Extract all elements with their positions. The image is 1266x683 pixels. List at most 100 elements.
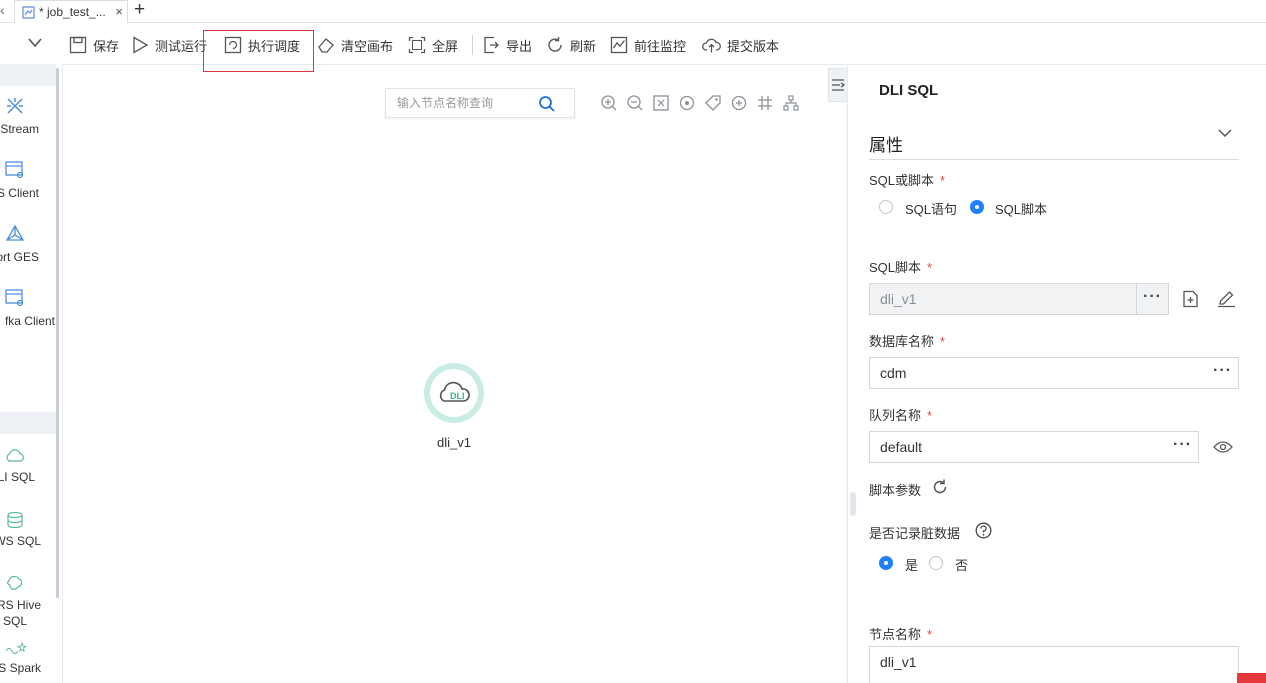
job-file-icon [22, 5, 35, 19]
help-icon[interactable] [975, 522, 992, 539]
eye-icon[interactable] [1213, 440, 1233, 454]
export-button[interactable]: 导出 [482, 34, 532, 56]
library-node-cs-client[interactable]: S Client [0, 158, 56, 202]
kafka-client-icon [5, 289, 24, 307]
node-name-label: 节点名称 * [869, 627, 933, 642]
radio-dirty-yes-label: 是 [905, 558, 919, 573]
radio-dirty-no[interactable] [929, 556, 943, 570]
radio-sql-statement[interactable] [879, 200, 893, 214]
database-label: 数据库名称 * [869, 334, 946, 349]
fullscreen-icon [408, 36, 426, 54]
more-icon[interactable]: ··· [1213, 362, 1232, 380]
library-node-label: WS SQL [0, 534, 41, 548]
radio-sql-script-label: SQL脚本 [995, 202, 1048, 217]
radio-sql-statement-label: SQL语句 [905, 202, 958, 217]
node-search [385, 88, 575, 118]
submit-version-label: 提交版本 [727, 38, 780, 54]
library-node-mrs-hive[interactable]: RS Hive SQL [0, 572, 56, 632]
schedule-highlight-box [203, 30, 314, 72]
sql-script-field[interactable]: dli_v1 ··· [869, 283, 1169, 315]
layout-icon[interactable] [678, 94, 696, 112]
mrs-hive-icon [7, 575, 23, 590]
chevron-down-icon[interactable] [1218, 129, 1232, 139]
library-node-kafka-client[interactable]: fka Client [0, 286, 56, 330]
tree-layout-icon[interactable] [782, 94, 800, 112]
export-label: 导出 [506, 38, 533, 54]
monitor-button[interactable]: 前往监控 [610, 34, 686, 56]
zoom-out-icon[interactable] [626, 94, 644, 112]
fit-view-icon[interactable] [652, 94, 670, 112]
dws-sql-icon [7, 511, 23, 529]
queue-field[interactable]: default ··· [869, 431, 1199, 463]
database-value: cdm [880, 365, 907, 381]
library-node-cs-stream[interactable]: S Stream [0, 94, 56, 138]
library-node-label: fka Client [4, 314, 55, 328]
tab-title: * job_test_... [39, 5, 106, 19]
panel-divider [847, 64, 848, 683]
library-node-label: DLI SQL [0, 470, 35, 484]
more-icon[interactable]: ··· [1173, 436, 1192, 454]
refresh-button[interactable]: 刷新 [546, 34, 596, 56]
radio-sql-script[interactable] [970, 200, 984, 214]
mrs-spark-icon [5, 641, 27, 655]
test-run-label: 测试运行 [155, 38, 208, 54]
toolbar-divider [472, 35, 473, 55]
properties-section-title: 属性 [869, 136, 903, 155]
library-group-header [0, 412, 56, 434]
tab-scroll-left-icon[interactable]: ‹ [0, 2, 5, 18]
library-node-dws-sql[interactable]: WS SQL [0, 510, 56, 554]
more-icon[interactable]: ··· [1143, 288, 1162, 306]
fullscreen-label: 全屏 [432, 38, 459, 54]
script-params-label: 脚本参数 [869, 483, 922, 498]
zoom-in-icon[interactable] [600, 94, 618, 112]
library-node-mrs-spark[interactable]: RS Spark [0, 640, 56, 683]
canvas-node-label: dli_v1 [437, 435, 471, 450]
database-field[interactable]: cdm ··· [869, 357, 1239, 389]
library-group-header [0, 64, 56, 86]
library-scrollbar[interactable] [56, 68, 59, 598]
grid-icon[interactable] [756, 94, 774, 112]
tag-icon[interactable] [704, 94, 722, 112]
clear-canvas-button[interactable]: 清空画布 [317, 34, 393, 56]
panel-resize-handle[interactable] [850, 492, 856, 516]
sql-script-value: dli_v1 [880, 291, 917, 307]
tab-close-icon[interactable]: × [115, 4, 123, 19]
tab-job-test[interactable]: * job_test_... × [14, 0, 128, 23]
library-node-label: SQL [2, 614, 27, 628]
search-icon[interactable] [538, 95, 556, 113]
collapse-icon [832, 79, 845, 91]
library-node-import-ges[interactable]: port GES [0, 222, 56, 266]
submit-version-button[interactable]: 提交版本 [702, 34, 779, 56]
cloud-upload-icon [702, 38, 721, 53]
tab-bar: ‹ * job_test_... × + [0, 0, 1266, 23]
save-label: 保存 [93, 38, 120, 54]
save-button[interactable]: 保存 [69, 34, 119, 56]
test-run-button[interactable]: 测试运行 [131, 34, 207, 56]
edit-icon[interactable] [1217, 290, 1236, 308]
feedback-tab[interactable] [1237, 673, 1266, 683]
radio-dirty-no-label: 否 [955, 558, 969, 573]
library-node-label: port GES [0, 250, 39, 264]
library-node-dli-sql[interactable]: DLI SQL [0, 446, 56, 490]
library-node-label: RS Hive [0, 598, 41, 612]
fullscreen-button[interactable]: 全屏 [408, 34, 458, 56]
cs-client-icon [5, 161, 24, 179]
monitor-label: 前往监控 [634, 38, 687, 54]
radio-dirty-yes[interactable] [879, 556, 893, 570]
panel-title: DLI SQL [879, 82, 939, 99]
node-search-input[interactable] [395, 95, 539, 111]
settings-icon[interactable] [730, 94, 748, 112]
refresh-icon[interactable] [932, 479, 948, 495]
cs-stream-icon [7, 98, 23, 114]
queue-value: default [880, 439, 923, 455]
save-icon [69, 36, 87, 54]
add-tab-icon[interactable]: + [134, 0, 145, 21]
chevron-down-icon[interactable] [28, 38, 42, 48]
library-node-label: S Stream [0, 122, 39, 136]
new-script-icon[interactable] [1182, 290, 1199, 308]
canvas-node-dli-v1[interactable]: DLI [424, 363, 484, 423]
field-separator [1136, 284, 1137, 314]
collapse-panel-button[interactable] [828, 68, 848, 102]
node-name-field[interactable]: dli_v1 [869, 646, 1239, 683]
canvas-node-body: DLI [430, 369, 478, 417]
